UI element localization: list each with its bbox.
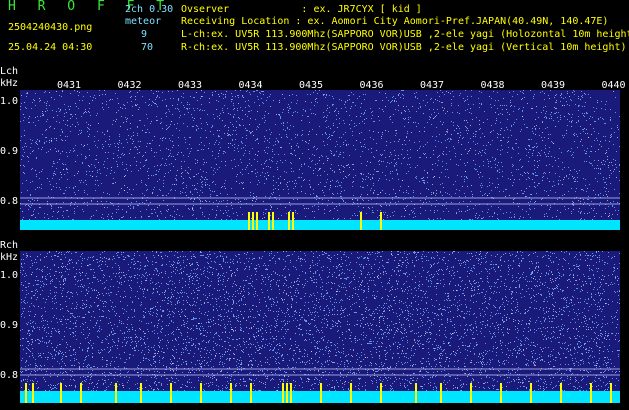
lch-ytick-1: 1.0 bbox=[0, 96, 19, 107]
lch-unit: kHz bbox=[0, 78, 19, 89]
lch-ytick-2: 0.9 bbox=[0, 146, 19, 157]
lch-spectrogram-canvas bbox=[20, 90, 620, 230]
rch-spectrogram-canvas bbox=[20, 251, 620, 403]
rch-ytick-2: 0.9 bbox=[0, 320, 19, 331]
rch-meteor-count: 70 bbox=[141, 42, 154, 53]
lch-info-line: L-ch:ex. UV5R 113.900Mhz(SAPPORO VOR)USB… bbox=[181, 29, 629, 40]
version-label: 2ch 0.30 bbox=[125, 4, 174, 15]
location-line: Receiving Location : ex. Aomori City Aom… bbox=[181, 16, 609, 27]
meteor-label: meteor bbox=[125, 16, 162, 27]
lch-ytick-3: 0.8 bbox=[0, 196, 19, 207]
rch-ytick-3: 0.8 bbox=[0, 370, 19, 381]
lch-meteor-count: 9 bbox=[141, 29, 148, 40]
lch-spectrogram bbox=[20, 90, 620, 230]
lch-label: Lch bbox=[0, 66, 19, 77]
observer-line: Ovserver : ex. JR7CYX [ kid ] bbox=[181, 4, 422, 15]
datetime-label: 25.04.24 04:30 bbox=[8, 42, 93, 53]
rch-info-line: R-ch:ex. UV5R 113.900Mhz(SAPPORO VOR)USB… bbox=[181, 42, 627, 53]
filename-label: 2504240430.png bbox=[8, 22, 93, 33]
rch-label: Rch bbox=[0, 240, 19, 251]
rch-spectrogram bbox=[20, 251, 620, 403]
rch-unit: kHz bbox=[0, 252, 19, 263]
rch-ytick-1: 1.0 bbox=[0, 270, 19, 281]
